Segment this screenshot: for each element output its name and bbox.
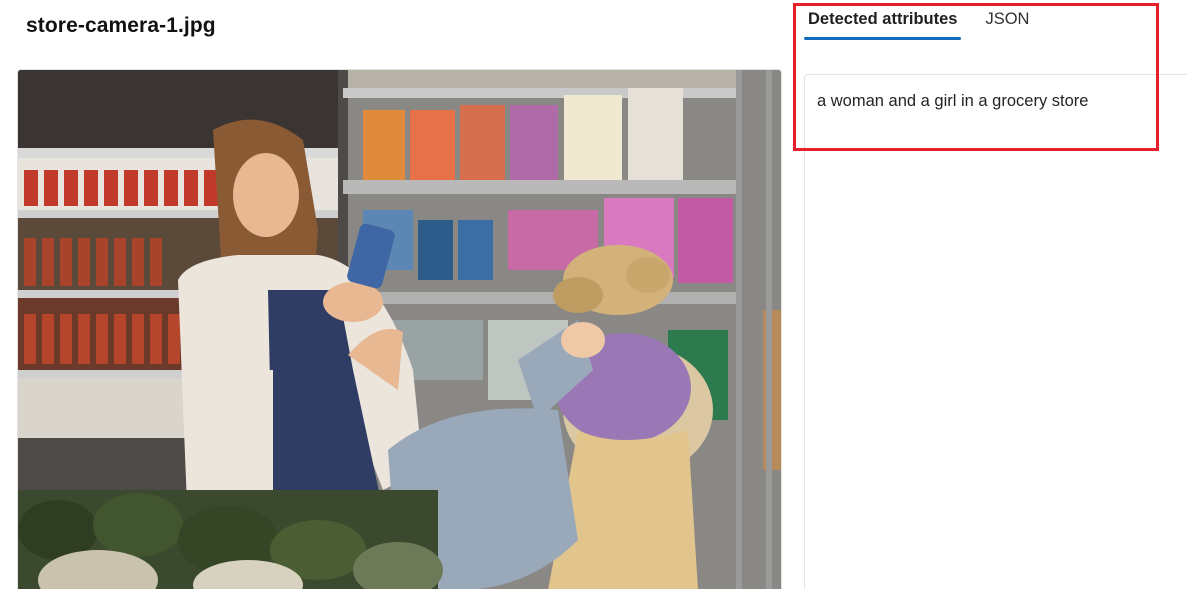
image-file-name: store-camera-1.jpg [26,14,216,37]
analyzed-image [17,69,782,589]
grocery-store-photo [18,70,781,589]
tab-json[interactable]: JSON [984,8,1030,40]
result-tabs: Detected attributes JSON [803,8,1030,40]
image-caption-text: a woman and a girl in a grocery store [817,92,1089,110]
detected-attributes-panel: a woman and a girl in a grocery store [804,74,1187,589]
tab-detected-attributes[interactable]: Detected attributes [803,8,962,40]
